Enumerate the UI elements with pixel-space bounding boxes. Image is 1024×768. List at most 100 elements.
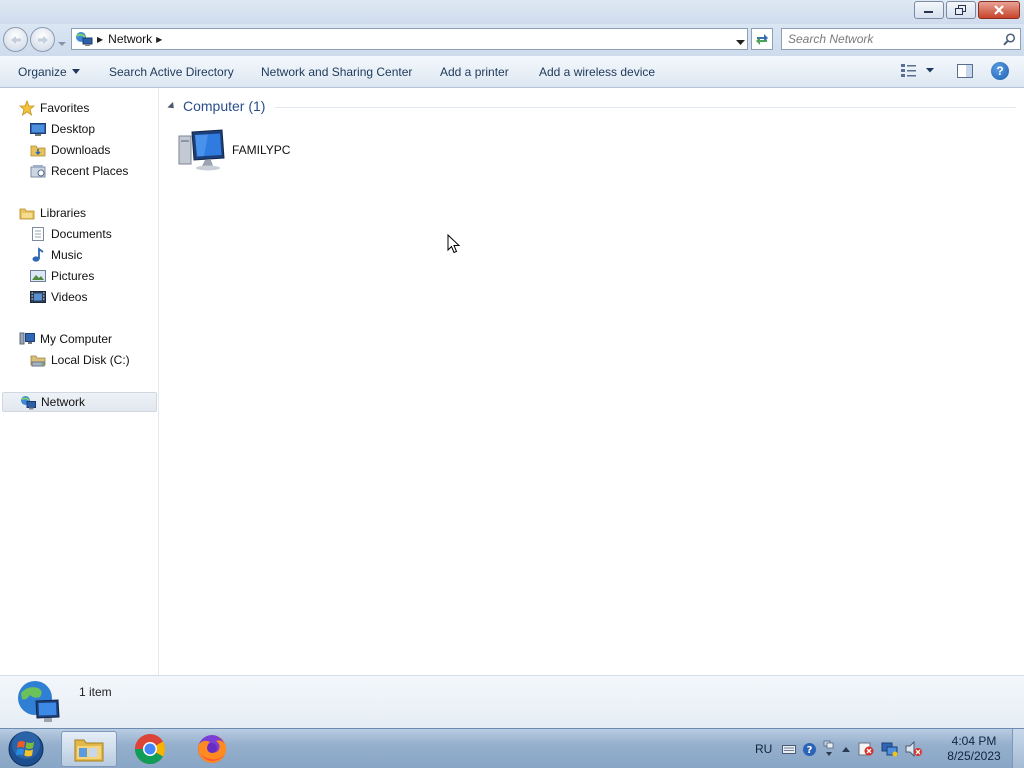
window-controls bbox=[914, 1, 1020, 19]
music-icon bbox=[30, 247, 46, 263]
action-center-icon[interactable] bbox=[857, 741, 875, 757]
back-button[interactable] bbox=[3, 27, 28, 52]
nav-desktop[interactable]: Desktop bbox=[30, 119, 95, 139]
mouse-cursor-icon bbox=[447, 234, 461, 254]
desktop-icon bbox=[30, 121, 46, 137]
details-pane: 1 item bbox=[0, 675, 1024, 728]
language-help-icon[interactable]: ? bbox=[802, 742, 817, 757]
documents-icon bbox=[30, 226, 46, 242]
network-computer-item[interactable]: FAMILYPC bbox=[178, 128, 290, 172]
chevron-down-icon bbox=[58, 42, 66, 46]
refresh-button[interactable] bbox=[751, 28, 773, 50]
nav-my-computer[interactable]: My Computer bbox=[19, 329, 112, 349]
show-desktop-button[interactable] bbox=[1012, 729, 1024, 768]
recent-pages-dropdown[interactable] bbox=[58, 36, 66, 50]
chrome-icon bbox=[134, 734, 166, 765]
view-options-icon bbox=[901, 64, 916, 77]
windows-logo-icon bbox=[8, 731, 44, 767]
system-tray: RU ? bbox=[755, 729, 923, 768]
nav-favorites-label: Favorites bbox=[40, 101, 90, 115]
change-view-button[interactable] bbox=[900, 63, 934, 77]
nav-documents-label: Documents bbox=[51, 227, 112, 241]
item-count: 1 item bbox=[79, 685, 112, 699]
clock-date: 8/25/2023 bbox=[947, 749, 1001, 763]
nav-music-label: Music bbox=[51, 248, 83, 262]
nav-downloads[interactable]: Downloads bbox=[30, 140, 110, 160]
add-wireless-device-button[interactable]: Add a wireless device bbox=[539, 65, 655, 79]
group-header[interactable]: Computer (1) bbox=[167, 98, 1016, 114]
nav-recent-places[interactable]: Recent Places bbox=[30, 161, 128, 181]
language-options-icon[interactable] bbox=[823, 740, 835, 758]
title-bar bbox=[0, 0, 1024, 24]
close-button[interactable] bbox=[978, 1, 1020, 19]
nav-music[interactable]: Music bbox=[30, 245, 82, 265]
computer-icon bbox=[178, 129, 225, 171]
computer-icon bbox=[19, 331, 35, 347]
recent-places-icon bbox=[30, 163, 46, 179]
nav-network-label: Network bbox=[41, 395, 86, 409]
nav-local-disk-label: Local Disk (C:) bbox=[51, 353, 130, 367]
nav-downloads-label: Downloads bbox=[51, 143, 111, 157]
back-arrow-icon bbox=[10, 35, 21, 44]
nav-documents[interactable]: Documents bbox=[30, 224, 112, 244]
nav-pictures-label: Pictures bbox=[51, 269, 95, 283]
nav-libraries[interactable]: Libraries bbox=[19, 203, 86, 223]
keyboard-icon[interactable] bbox=[782, 744, 797, 754]
language-indicator[interactable]: RU bbox=[755, 742, 772, 756]
taskbar-firefox[interactable] bbox=[184, 731, 240, 767]
network-status-icon[interactable] bbox=[881, 741, 899, 757]
nav-network[interactable]: Network bbox=[2, 392, 157, 412]
taskbar-chrome[interactable] bbox=[122, 731, 178, 767]
restore-button[interactable] bbox=[946, 1, 976, 19]
nav-videos-label: Videos bbox=[51, 290, 88, 304]
libraries-icon bbox=[19, 205, 35, 221]
nav-favorites[interactable]: Favorites bbox=[19, 98, 89, 118]
svg-text:?: ? bbox=[807, 745, 813, 756]
search-box bbox=[781, 28, 1021, 50]
clock[interactable]: 4:04 PM 8/25/2023 bbox=[940, 734, 1008, 764]
nav-videos[interactable]: Videos bbox=[30, 287, 87, 307]
collapse-group-icon[interactable] bbox=[167, 101, 177, 111]
nav-my-computer-label: My Computer bbox=[40, 332, 113, 346]
help-button[interactable]: ? bbox=[991, 62, 1009, 80]
forward-arrow-icon bbox=[37, 35, 48, 44]
start-button[interactable] bbox=[6, 730, 46, 768]
network-sharing-center-button[interactable]: Network and Sharing Center bbox=[261, 65, 412, 79]
videos-icon bbox=[30, 289, 46, 305]
chevron-down-icon bbox=[71, 69, 80, 74]
star-icon bbox=[19, 100, 35, 116]
minimize-icon bbox=[924, 11, 933, 13]
nav-recent-places-label: Recent Places bbox=[51, 164, 129, 178]
taskbar-explorer[interactable] bbox=[61, 731, 117, 767]
group-title: Computer (1) bbox=[183, 98, 266, 114]
address-bar[interactable]: ▶ Network ▶ bbox=[71, 28, 748, 50]
search-icon[interactable] bbox=[1003, 32, 1016, 46]
nav-desktop-label: Desktop bbox=[51, 122, 96, 136]
command-bar: Organize Search Active Directory Network… bbox=[0, 56, 1024, 88]
add-printer-button[interactable]: Add a printer bbox=[440, 65, 509, 79]
chevron-down-icon bbox=[926, 67, 934, 72]
computer-name: FAMILYPC bbox=[232, 143, 291, 157]
minimize-button[interactable] bbox=[914, 1, 944, 19]
volume-muted-icon[interactable] bbox=[905, 741, 923, 757]
organize-button[interactable]: Organize bbox=[18, 65, 80, 79]
restore-icon bbox=[955, 5, 966, 15]
nav-local-disk[interactable]: Local Disk (C:) bbox=[30, 350, 130, 370]
show-hidden-icons-icon[interactable] bbox=[841, 745, 851, 753]
forward-button[interactable] bbox=[30, 27, 55, 52]
address-history-dropdown[interactable] bbox=[736, 35, 745, 49]
search-input[interactable] bbox=[788, 30, 1003, 48]
nav-pictures[interactable]: Pictures bbox=[30, 266, 94, 286]
preview-pane-button[interactable] bbox=[956, 63, 974, 82]
preview-pane-icon bbox=[957, 64, 973, 78]
breadcrumb-separator-icon[interactable]: ▶ bbox=[156, 35, 162, 44]
folder-icon bbox=[74, 739, 104, 762]
breadcrumb-network[interactable]: Network bbox=[108, 32, 152, 46]
firefox-icon bbox=[198, 734, 227, 763]
clock-time: 4:04 PM bbox=[951, 734, 997, 748]
group-divider bbox=[275, 106, 1016, 108]
search-active-directory-button[interactable]: Search Active Directory bbox=[109, 65, 234, 79]
address-row: ▶ Network ▶ bbox=[0, 24, 1024, 56]
breadcrumb-separator-icon[interactable]: ▶ bbox=[97, 35, 103, 44]
local-disk-icon bbox=[30, 352, 46, 368]
